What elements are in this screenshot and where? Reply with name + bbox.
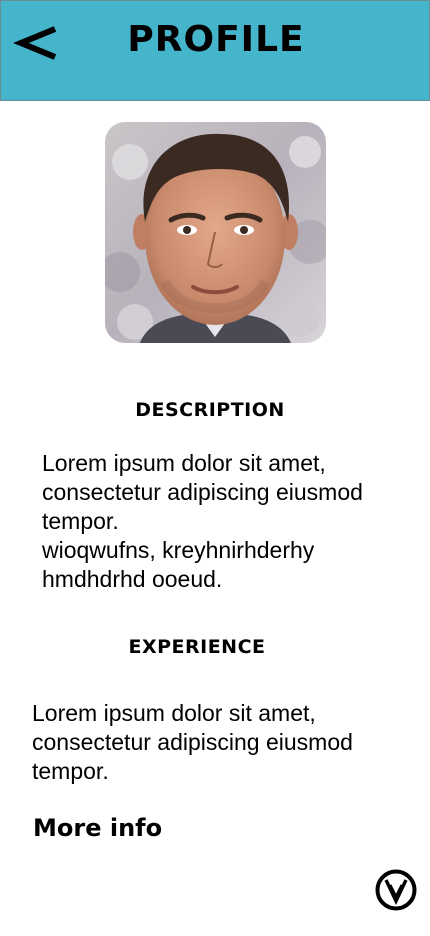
description-heading: DESCRIPTION: [135, 399, 285, 421]
app-header: PROFILE: [0, 0, 430, 101]
portrait-photo: [105, 122, 326, 343]
back-button[interactable]: [11, 15, 67, 71]
brand-logo: [375, 869, 417, 911]
chevron-left-icon: [13, 26, 57, 60]
description-text: Lorem ipsum dolor sit amet, consectetur …: [42, 450, 363, 534]
more-info-link[interactable]: More info: [33, 814, 162, 842]
experience-text: Lorem ipsum dolor sit amet, consectetur …: [32, 700, 353, 784]
avatar: [105, 122, 326, 343]
description-text-2: wioqwufns, kreyhnirhderhy hmdhdrhd ooeud…: [42, 537, 315, 592]
page-title: PROFILE: [127, 19, 305, 60]
experience-heading: EXPERIENCE: [128, 636, 266, 658]
vv-logo-icon: [375, 869, 417, 911]
